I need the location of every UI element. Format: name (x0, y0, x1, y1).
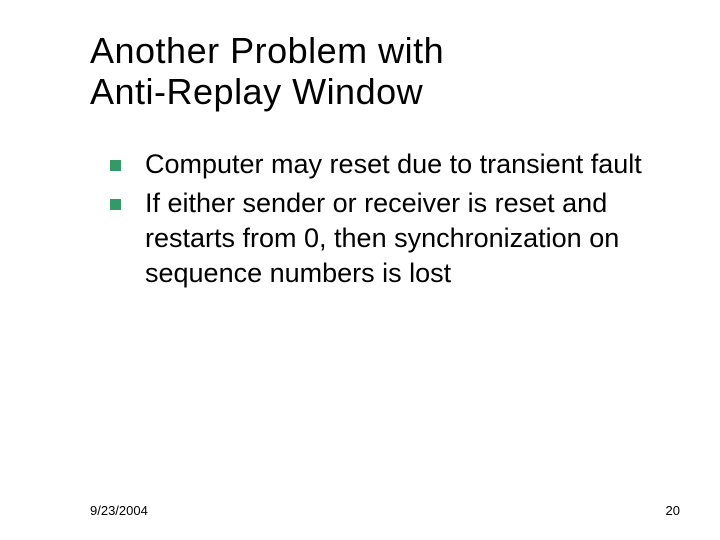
slide-title: Another Problem with Anti-Replay Window (90, 30, 680, 113)
footer-page-number: 20 (666, 503, 680, 518)
title-line-2: Anti-Replay Window (90, 71, 423, 112)
slide: Another Problem with Anti-Replay Window … (0, 0, 720, 540)
list-item: If either sender or receiver is reset an… (110, 186, 680, 291)
bullet-list: Computer may reset due to transient faul… (90, 147, 680, 291)
square-bullet-icon (110, 199, 121, 210)
square-bullet-icon (110, 160, 121, 171)
title-line-1: Another Problem with (90, 30, 444, 71)
footer-date: 9/23/2004 (90, 503, 148, 518)
list-item-text: If either sender or receiver is reset an… (145, 186, 680, 291)
list-item-text: Computer may reset due to transient faul… (145, 147, 642, 182)
list-item: Computer may reset due to transient faul… (110, 147, 680, 182)
slide-footer: 9/23/2004 20 (90, 503, 680, 518)
